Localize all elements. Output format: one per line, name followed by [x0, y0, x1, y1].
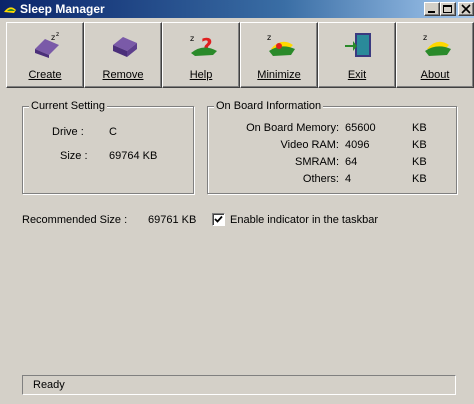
enable-indicator-label[interactable]: Enable indicator in the taskbar — [230, 214, 378, 226]
remove-label: Remove — [102, 69, 144, 81]
minimize-label: Minimize — [257, 69, 301, 81]
about-label: About — [420, 69, 450, 81]
app-sleeper-icon — [4, 7, 16, 13]
sleep-manager-window: Sleep Manager z z Create Remove z ? Help… — [0, 0, 474, 404]
close-window-button[interactable] — [458, 2, 474, 16]
on-board-memory-value: 65600 — [345, 122, 376, 134]
others-value: 4 — [345, 173, 352, 185]
drive-value: C — [109, 126, 117, 138]
others-unit: KB — [412, 173, 427, 185]
svg-text:z: z — [56, 31, 59, 38]
recommended-size-label: Recommended Size : — [22, 214, 128, 226]
help-question-icon: z ? — [190, 34, 217, 58]
create-label: Create — [28, 69, 62, 81]
smram-label: SMRAM: — [295, 156, 339, 168]
current-setting-group: Current Setting — [22, 100, 194, 194]
others-label: Others: — [302, 173, 339, 185]
svg-text:z: z — [267, 33, 271, 42]
video-ram-label: Video RAM: — [280, 139, 340, 151]
smram-unit: KB — [412, 156, 427, 168]
remove-button[interactable]: Remove — [84, 22, 162, 88]
maximize-window-button[interactable] — [440, 2, 456, 16]
status-text: Ready — [33, 379, 65, 391]
close-icon — [461, 4, 471, 14]
on-board-memory-unit: KB — [412, 122, 427, 134]
remove-bed-icon — [113, 37, 137, 57]
exit-door-icon — [345, 33, 371, 57]
on-board-memory-label: On Board Memory: — [246, 122, 339, 134]
title-bar[interactable]: Sleep Manager — [0, 0, 474, 18]
window-title: Sleep Manager — [20, 2, 105, 16]
size-label: Size : — [60, 150, 88, 162]
status-bar: Ready — [22, 375, 456, 395]
exit-button[interactable]: Exit — [318, 22, 396, 88]
size-value: 69764 KB — [109, 150, 158, 162]
drive-label: Drive : — [52, 126, 84, 138]
svg-text:z: z — [190, 34, 194, 43]
main-toolbar: z z Create Remove z ? Help z Minimize Ex… — [6, 22, 474, 88]
current-setting-title: Current Setting — [29, 100, 107, 112]
smram-value: 64 — [345, 156, 358, 168]
on-board-info-title: On Board Information — [214, 100, 324, 112]
video-ram-unit: KB — [412, 139, 427, 151]
svg-text:z: z — [423, 33, 427, 42]
create-sleep-icon: z z — [35, 31, 59, 58]
minimize-sleeper-icon: z — [267, 33, 295, 56]
minimize-icon — [428, 11, 435, 13]
minimize-window-button[interactable] — [424, 2, 440, 16]
help-button[interactable]: z ? Help — [162, 22, 240, 88]
maximize-icon — [443, 5, 452, 13]
exit-label: Exit — [347, 69, 367, 81]
recommended-size-value: 69761 KB — [148, 214, 197, 226]
checkmark-icon — [214, 215, 223, 223]
help-label: Help — [189, 69, 213, 81]
svg-text:z: z — [51, 33, 55, 42]
create-button[interactable]: z z Create — [6, 22, 84, 88]
enable-indicator-checkbox[interactable] — [212, 213, 225, 226]
about-button[interactable]: z About — [396, 22, 474, 88]
video-ram-value: 4096 — [345, 139, 370, 151]
about-sleeper-icon: z — [423, 33, 451, 56]
minimize-app-button[interactable]: z Minimize — [240, 22, 318, 88]
